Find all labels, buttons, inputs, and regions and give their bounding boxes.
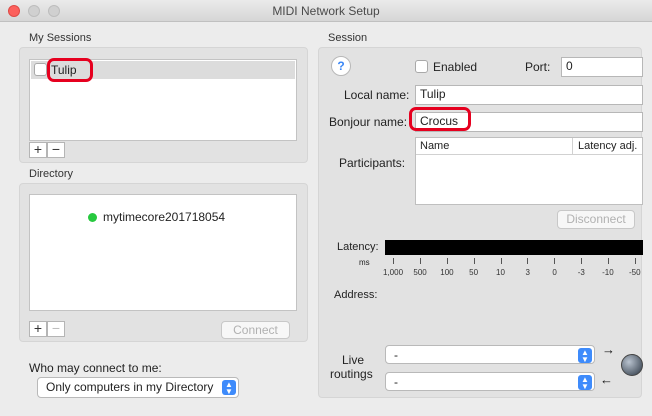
latency-unit: ms [359, 258, 370, 267]
session-label: Session [328, 32, 368, 44]
popup-arrows-icon: ▲ ▼ [222, 380, 236, 396]
who-may-connect-popup[interactable]: Only computers in my Directory ▲ ▼ [37, 377, 239, 398]
directory-item-name: mytimecore201718054 [103, 210, 226, 224]
latency-tick-mark [635, 258, 636, 264]
title-bar: MIDI Network Setup [0, 0, 652, 22]
latency-tick-mark [393, 258, 394, 264]
latency-tick-mark [500, 258, 502, 264]
popup-arrows-icon: ▲ ▼ [578, 375, 592, 391]
session-highlight-ring [47, 58, 93, 82]
latency-tick-mark [608, 258, 610, 264]
session-enabled-checkbox[interactable] [34, 63, 47, 76]
live-label: Live [342, 353, 365, 367]
column-name[interactable]: Name [420, 140, 449, 152]
local-name-label: Local name: [344, 88, 410, 102]
session-add-remove: + − [29, 142, 65, 158]
latency-tick-mark [581, 258, 583, 264]
participants-header: Name Latency adj. [416, 138, 642, 155]
latency-tick-label: 100 [440, 268, 454, 277]
directory-add-remove: + − [29, 321, 65, 337]
routing-out-popup[interactable]: - ▲ ▼ [385, 372, 595, 391]
latency-tick-label: -10 [602, 268, 614, 277]
latency-tick-mark [554, 258, 556, 264]
latency-tick-label: 10 [496, 268, 505, 277]
add-directory-button[interactable]: + [29, 321, 47, 337]
directory-label: Directory [29, 168, 74, 180]
bonjour-highlight-ring [409, 107, 471, 131]
latency-tick-mark [419, 258, 421, 264]
my-sessions-group: Tulip + − [19, 47, 308, 163]
latency-tick-label: 500 [413, 268, 427, 277]
who-may-connect-label: Who may connect to me: [29, 361, 162, 375]
latency-scale: 1,000 500 100 50 10 3 0 -3 -10 -50 [383, 258, 643, 280]
bonjour-name-label: Bonjour name: [329, 115, 408, 129]
directory-list[interactable]: mytimecore201718054 [29, 194, 297, 311]
latency-tick-mark [473, 258, 475, 264]
who-may-connect-value: Only computers in my Directory [46, 380, 214, 394]
column-divider [572, 138, 573, 155]
add-session-button[interactable]: + [29, 142, 47, 158]
latency-tick-label: 0 [552, 268, 557, 277]
enabled-label: Enabled [433, 60, 478, 74]
routings-label: routings [330, 367, 373, 381]
my-sessions-label: My Sessions [29, 32, 92, 44]
routing-in-value: - [394, 348, 398, 362]
directory-group: mytimecore201718054 + − Connect [19, 183, 308, 342]
latency-meter [385, 240, 643, 255]
latency-tick-label: -3 [577, 268, 585, 277]
column-latency-adj[interactable]: Latency adj. [578, 140, 637, 152]
latency-tick-label: 1,000 [383, 268, 404, 277]
popup-arrows-icon: ▲ ▼ [578, 348, 592, 364]
arrow-left-icon: ← [600, 372, 613, 387]
local-name-field[interactable]: Tulip [415, 85, 643, 105]
port-field[interactable]: 0 [561, 57, 643, 77]
arrow-right-icon: → [602, 342, 615, 357]
directory-item[interactable]: mytimecore201718054 [88, 210, 225, 224]
connect-button[interactable]: Connect [221, 321, 290, 339]
address-label: Address: [334, 289, 378, 301]
latency-tick-mark [527, 258, 529, 264]
online-status-icon [88, 213, 97, 222]
network-globe-icon [621, 354, 643, 376]
help-icon[interactable]: ? [331, 56, 351, 76]
latency-tick-mark [446, 258, 448, 264]
remove-directory-button[interactable]: − [47, 321, 65, 337]
latency-tick-label: 3 [525, 268, 530, 277]
window-title: MIDI Network Setup [272, 4, 380, 18]
latency-tick-label: -50 [629, 268, 641, 277]
session-group: ? Enabled Port: 0 Local name: Tulip Bonj… [318, 47, 643, 398]
latency-tick-label: 50 [469, 268, 479, 277]
disconnect-button[interactable]: Disconnect [557, 210, 635, 229]
enabled-checkbox[interactable] [415, 60, 428, 73]
routing-in-popup[interactable]: - ▲ ▼ [385, 345, 595, 364]
routing-out-value: - [394, 375, 398, 389]
port-label: Port: [525, 60, 551, 74]
midi-network-setup-window: MIDI Network Setup My Sessions Tulip + −… [0, 0, 652, 416]
participants-table[interactable]: Name Latency adj. [415, 137, 643, 205]
latency-label: Latency: [337, 241, 379, 253]
remove-session-button[interactable]: − [47, 142, 65, 158]
participants-label: Participants: [339, 156, 406, 170]
